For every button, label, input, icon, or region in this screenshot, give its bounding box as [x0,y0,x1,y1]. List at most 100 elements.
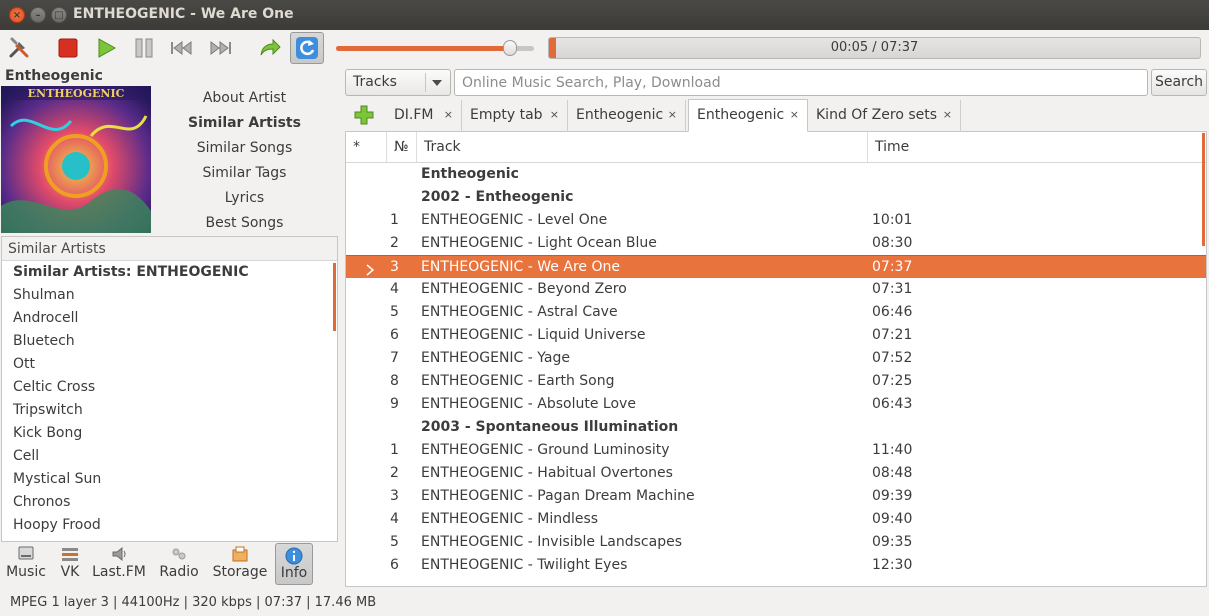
column-number[interactable]: № [387,132,417,162]
close-tab-icon[interactable]: × [444,100,453,130]
track-time: 10:01 [872,212,913,228]
tools-icon [9,37,29,58]
similar-artist-item[interactable]: Celtic Cross [2,376,337,399]
track-number: 2 [390,235,399,251]
playlist-row[interactable]: 5 ENTHEOGENIC - Astral Cave 06:46 [346,301,1206,324]
play-button[interactable] [89,32,123,64]
playlist-group-row[interactable]: 2002 - Entheogenic [346,186,1206,209]
column-time[interactable]: Time [868,132,1206,162]
tab-kind-of-zero-sets[interactable]: Kind Of Zero sets × [808,100,961,132]
similar-artist-item[interactable]: Androcell [2,307,337,330]
playlist-row[interactable]: 9 ENTHEOGENIC - Absolute Love 06:43 [346,393,1206,416]
info-link-about-artist[interactable]: About Artist [152,86,337,111]
playlist-row[interactable]: 4 ENTHEOGENIC - Mindless 09:40 [346,508,1206,531]
search-button[interactable]: Search [1151,69,1207,96]
close-tab-icon[interactable]: × [790,100,799,130]
similar-scrollbar[interactable] [333,263,336,331]
repeat-button[interactable] [290,32,324,64]
similar-artist-item[interactable]: Cell [2,445,337,468]
info-link-similar-artists[interactable]: Similar Artists [152,111,337,136]
track-time: 07:37 [872,259,913,275]
playlist-row[interactable]: 2 ENTHEOGENIC - Light Ocean Blue 08:30 [346,232,1206,255]
next-button[interactable] [203,32,237,64]
track-number: 3 [390,259,399,275]
mode-music-button[interactable]: Music [3,543,49,585]
mode-info-button[interactable]: Info [275,543,313,585]
info-link-similar-tags[interactable]: Similar Tags [152,161,337,186]
mode-last-fm-button[interactable]: Last.FM [88,543,150,585]
tab-entheogenic[interactable]: Entheogenic × [688,99,808,132]
mode-vk-button[interactable]: VK [55,543,85,585]
track-time: 07:21 [872,327,913,343]
volume-slider-handle[interactable] [503,40,517,56]
playlist-row[interactable]: 1 ENTHEOGENIC - Ground Luminosity 11:40 [346,439,1206,462]
similar-artist-item[interactable]: Bluetech [2,330,337,353]
seek-progress-bar[interactable]: 00:05 / 07:37 [548,37,1201,59]
track-time: 11:40 [872,442,913,458]
track-number: 4 [390,281,399,297]
info-link-lyrics[interactable]: Lyrics [152,186,337,211]
playlist-row[interactable]: 7 ENTHEOGENIC - Yage 07:52 [346,347,1206,370]
similar-artist-item[interactable]: Chronos [2,491,337,514]
playlist-row[interactable]: 8 ENTHEOGENIC - Earth Song 07:25 [346,370,1206,393]
track-title: ENTHEOGENIC - We Are One [421,259,620,275]
playlist-row[interactable]: 1 ENTHEOGENIC - Level One 10:01 [346,209,1206,232]
tab-empty-tab[interactable]: Empty tab × [462,100,568,132]
playlist-row[interactable]: 3 ENTHEOGENIC - Pagan Dream Machine 09:39 [346,485,1206,508]
playlist: * № Track Time Entheogenic 2002 - Entheog… [345,132,1207,587]
search-type-select[interactable]: Tracks [345,69,451,96]
tab-label: Entheogenic [697,107,785,123]
mode-label: VK [60,564,80,580]
pause-icon [135,38,153,58]
svg-text:ENTHEOGENIC: ENTHEOGENIC [28,87,125,100]
mode-radio-button[interactable]: Radio [156,543,202,585]
playlist-group-row[interactable]: 2003 - Spontaneous Illumination [346,416,1206,439]
close-tab-icon[interactable]: × [550,100,559,130]
tab-di-fm[interactable]: DI.FM × [386,100,462,132]
preferences-button[interactable] [2,32,36,64]
playlist-row[interactable]: 6 ENTHEOGENIC - Twilight Eyes 12:30 [346,554,1206,577]
chevron-down-icon [432,80,442,86]
plus-icon [354,105,374,125]
playlist-row[interactable]: 4 ENTHEOGENIC - Beyond Zero 07:31 [346,278,1206,301]
stop-button[interactable] [51,32,85,64]
mode-storage-button[interactable]: Storage [209,543,271,585]
add-tab-button[interactable] [345,99,383,131]
track-number: 6 [390,327,399,343]
mode-label: Music [6,564,46,580]
combo-separator [425,73,426,92]
info-link-best-songs[interactable]: Best Songs [152,211,337,236]
info-link-similar-songs[interactable]: Similar Songs [152,136,337,161]
info-links: About Artist Similar Artists Similar Songs… [152,86,337,236]
tab-entheogenic[interactable]: Entheogenic × [568,100,686,132]
track-title: ENTHEOGENIC - Absolute Love [421,396,636,412]
similar-artist-item[interactable]: Tripswitch [2,399,337,422]
close-tab-icon[interactable]: × [943,100,952,130]
similar-artist-item[interactable]: Kick Bong [2,422,337,445]
similar-artist-item[interactable]: Hoopy Frood [2,514,337,537]
track-title: ENTHEOGENIC - Level One [421,212,608,228]
playlist-row[interactable]: 6 ENTHEOGENIC - Liquid Universe 07:21 [346,324,1206,347]
close-tab-icon[interactable]: × [668,100,677,130]
column-track[interactable]: Track [417,132,868,162]
playlist-scrollbar[interactable] [1202,133,1205,246]
similar-artist-item[interactable]: Shulman [2,284,337,307]
track-number: 6 [390,557,399,573]
search-input[interactable] [454,69,1148,96]
pause-button[interactable] [127,32,161,64]
playlist-row-playing[interactable]: 3 ENTHEOGENIC - We Are One 07:37 [346,255,1206,278]
playlist-group-row[interactable]: Entheogenic [346,163,1206,186]
forward-button[interactable] [253,32,287,64]
similar-artist-item[interactable]: Mystical Sun [2,468,337,491]
similar-artist-item[interactable]: Ott [2,353,337,376]
previous-button[interactable] [165,32,199,64]
similar-artists-list: Shulman Androcell Bluetech Ott Celtic Cross T… [2,284,337,537]
window-maximize-button[interactable]: □ [51,7,67,23]
column-star[interactable]: * [346,132,387,162]
window-close-button[interactable]: × [9,7,25,23]
window-minimize-button[interactable]: – [30,7,46,23]
playlist-row[interactable]: 5 ENTHEOGENIC - Invisible Landscapes 09:35 [346,531,1206,554]
similar-artists-heading: Similar Artists: ENTHEOGENIC [13,264,249,280]
search-type-value: Tracks [353,74,397,90]
playlist-row[interactable]: 2 ENTHEOGENIC - Habitual Overtones 08:48 [346,462,1206,485]
